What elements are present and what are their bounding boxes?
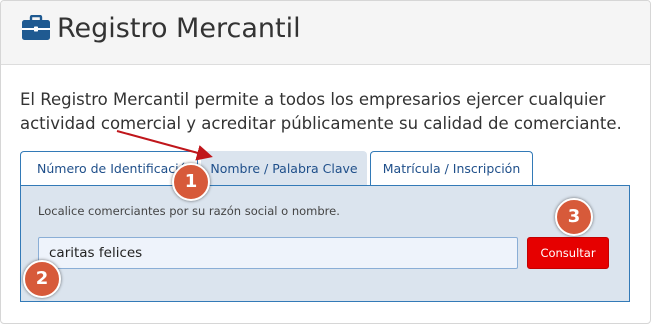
description-text: El Registro Mercantil permite a todos lo… — [20, 90, 622, 133]
search-panel: Localice comerciantes por su razón socia… — [20, 185, 630, 302]
card-header: Registro Mercantil — [1, 1, 650, 65]
callout-badge-3: 3 — [555, 198, 593, 236]
search-input[interactable] — [38, 237, 518, 269]
callout-badge-2: 2 — [23, 260, 61, 298]
consultar-button[interactable]: Consultar — [527, 237, 609, 269]
tab-matricula-inscripcion[interactable]: Matrícula / Inscripción — [370, 151, 533, 185]
briefcase-icon — [21, 14, 51, 41]
callout-badge-1: 1 — [172, 163, 210, 201]
page-title: Registro Mercantil — [57, 13, 301, 44]
panel-hint: Localice comerciantes por su razón socia… — [38, 204, 340, 218]
tab-nombre-palabra-clave[interactable]: Nombre / Palabra Clave — [201, 151, 367, 186]
